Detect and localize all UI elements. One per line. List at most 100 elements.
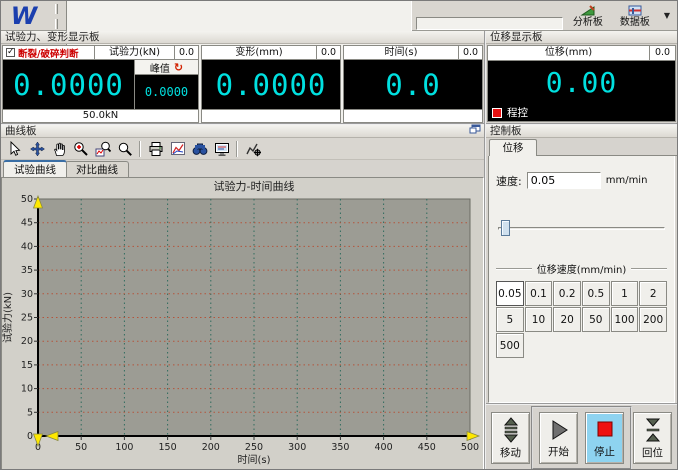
control-panel: 控制板 位移 速度: mm/min (486, 123, 677, 469)
stop-icon (597, 421, 612, 436)
toolbar-overflow-icon[interactable]: ▼ (662, 11, 672, 20)
curve-settings-icon[interactable] (243, 139, 262, 158)
cursor-icon[interactable] (5, 139, 24, 158)
analysis-board-icon (580, 4, 596, 17)
speed-option-5[interactable]: 5 (496, 307, 524, 332)
hand-icon[interactable] (49, 139, 68, 158)
displacement-panel-title: 位移显示板 (486, 31, 677, 44)
speed-option-500[interactable]: 500 (496, 333, 524, 358)
svg-text:500: 500 (461, 442, 479, 453)
peak-reset-icon[interactable]: ↻ (174, 61, 183, 74)
checkbox-check-icon[interactable]: ✓ (6, 48, 15, 57)
time-value-display: 0.0 (385, 67, 441, 102)
displacement-value-display: 0.00 (488, 61, 675, 104)
deform-label: 变形(mm) (235, 47, 283, 58)
move-button[interactable]: 移动 (491, 412, 530, 464)
app-logo: W (10, 1, 37, 30)
force-label: 试验力(kN) (108, 47, 161, 58)
float-panel-icon[interactable] (469, 124, 481, 138)
tab-compare-curve[interactable]: 对比曲线 (65, 161, 129, 177)
speed-option-50[interactable]: 50 (581, 307, 610, 332)
displacement-display-panel: 位移显示板 位移(mm) 0.0 0.00 程控 (486, 31, 677, 123)
start-button[interactable]: 开始 (539, 412, 578, 464)
group-divider (496, 267, 532, 270)
speed-option-0.5[interactable]: 0.5 (581, 281, 610, 306)
force-display-group: ✓ 断裂/破碎判断 试验力(kN) 0.0 0.0000 峰值 ↻ 0.0000… (2, 45, 199, 123)
svg-text:45: 45 (21, 218, 33, 229)
data-board-button[interactable]: 数据板 (615, 4, 655, 28)
speed-option-10[interactable]: 10 (524, 307, 553, 332)
home-icon (645, 418, 660, 441)
svg-text:30: 30 (21, 289, 33, 300)
deform-range-label (202, 109, 340, 122)
speed-option-0.05[interactable]: 0.05 (496, 281, 524, 306)
svg-text:350: 350 (331, 442, 349, 453)
force-time-chart[interactable]: 试验力-时间曲线 0 5 10 15 20 25 30 35 40 45 50 0 50 100 150 200… (1, 177, 484, 469)
time-label: 时间(s) (384, 47, 418, 58)
mode-indicator-icon (492, 107, 502, 118)
stop-button[interactable]: 停止 (585, 412, 624, 464)
force-range-label: 50.0kN (3, 109, 198, 122)
speed-unit-label: mm/min (605, 175, 648, 186)
speed-option-0.2[interactable]: 0.2 (553, 281, 581, 306)
speed-group-label: 位移速度(mm/min) (536, 265, 627, 276)
speed-option-0.1[interactable]: 0.1 (524, 281, 553, 306)
speed-options-grid: 0.05 0.1 0.2 0.5 1 2 5 10 20 50 100 200 500 (496, 281, 667, 358)
toolbar-separator (139, 140, 141, 157)
force-value-display: 0.0000 (13, 67, 124, 102)
slider-thumb[interactable] (501, 220, 511, 236)
svg-text:20: 20 (21, 336, 33, 347)
chart-icon[interactable] (168, 139, 187, 158)
status-field-empty (415, 17, 563, 30)
speed-label: 速度: (496, 174, 522, 188)
speed-option-200[interactable]: 200 (639, 307, 667, 332)
move-icon (503, 416, 518, 443)
pan-icon[interactable] (27, 139, 46, 158)
break-detect-label: 断裂/破碎判断 (18, 48, 79, 60)
toolbar-grip (55, 18, 58, 29)
tab-test-curve[interactable]: 试验曲线 (3, 160, 67, 177)
print-icon[interactable] (146, 139, 165, 158)
deform-display-group: 变形(mm) 0.0 0.0000 (201, 45, 341, 123)
analysis-board-button[interactable]: 分析板 (568, 4, 608, 28)
svg-text:35: 35 (21, 265, 33, 276)
speed-option-20[interactable]: 20 (553, 307, 581, 332)
svg-text:试验力-时间曲线: 试验力-时间曲线 (214, 179, 295, 193)
group-divider (631, 267, 668, 270)
slider-track (498, 227, 665, 230)
monitor-icon[interactable] (212, 139, 231, 158)
header: W 设置调整工具窗口帮助退出 共打开数据1条,当前位置为1,编号:/ 分析板 (1, 1, 677, 244)
zoom-out-icon[interactable] (115, 139, 134, 158)
tab-displacement-control[interactable]: 位移 (489, 139, 537, 156)
svg-text:300: 300 (288, 442, 306, 453)
control-panel-title: 控制板 (486, 125, 677, 138)
break-detect-checkbox[interactable]: ✓ 断裂/破碎判断 (3, 46, 95, 60)
curve-toolbar (1, 138, 484, 160)
speed-slider[interactable] (496, 219, 667, 237)
mode-label: 程控 (507, 107, 528, 119)
force-deform-display-panel: 试验力、变形显示板 ✓ 断裂/破碎判断 试验力(kN) 0.0 0.0000 峰… (1, 31, 484, 123)
machine-buttons: 移动 开始 停止 回位 (486, 403, 677, 469)
time-display-group: 时间(s) 0.0 0.0 (343, 45, 483, 123)
zoom-in-icon[interactable] (71, 139, 90, 158)
svg-text:40: 40 (21, 241, 33, 252)
binoculars-icon[interactable] (190, 139, 209, 158)
curve-tabs: 试验曲线 对比曲线 (1, 160, 484, 177)
svg-text:0: 0 (27, 431, 33, 442)
svg-text:25: 25 (21, 313, 33, 324)
home-button[interactable]: 回位 (633, 412, 672, 464)
speed-input[interactable] (526, 172, 601, 189)
speed-option-1[interactable]: 1 (610, 281, 639, 306)
svg-text:50: 50 (75, 442, 87, 453)
speed-option-100[interactable]: 100 (610, 307, 639, 332)
time-range-label (344, 109, 482, 122)
toolbar-separator (236, 140, 238, 157)
svg-text:15: 15 (21, 360, 33, 371)
zoom-region-icon[interactable] (93, 139, 112, 158)
svg-text:10: 10 (21, 384, 33, 395)
svg-text:试验力(kN): 试验力(kN) (2, 292, 14, 343)
speed-option-2[interactable]: 2 (639, 281, 667, 306)
displacement-aux-value: 0.0 (649, 46, 675, 60)
time-aux-value: 0.0 (458, 46, 482, 59)
curve-panel-title: 曲线板 (5, 124, 37, 137)
